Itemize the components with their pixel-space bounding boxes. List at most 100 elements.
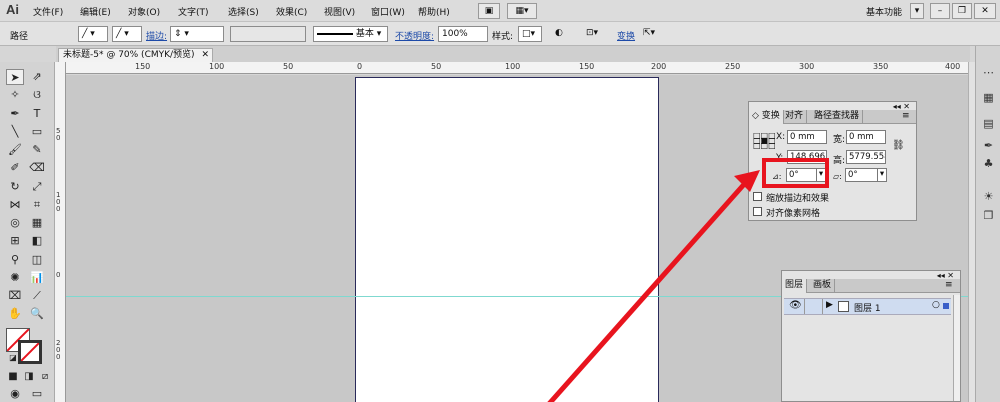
slice-tool-icon[interactable]: ⟋	[28, 288, 46, 304]
gradient-tool-icon[interactable]: ◧	[28, 233, 46, 249]
shape-builder-tool-icon[interactable]: ◎	[6, 215, 24, 231]
column-graph-tool-icon[interactable]: 📊	[28, 270, 46, 286]
menu-window[interactable]: 窗口(W)	[371, 5, 405, 18]
menu-type[interactable]: 文字(T)	[178, 5, 209, 18]
layer-name[interactable]: 图层 1	[854, 301, 881, 314]
height-label: 高:	[833, 156, 846, 166]
magic-wand-tool-icon[interactable]: ✧	[6, 87, 24, 103]
layers-scrollbar[interactable]	[953, 295, 960, 401]
menu-select[interactable]: 选择(S)	[228, 5, 259, 18]
ruler-label: 200	[56, 339, 61, 361]
screen-mode-icon[interactable]: ▭	[28, 386, 46, 402]
color-guide-panel-icon[interactable]: ▦	[980, 90, 997, 106]
fill-swatch[interactable]: ╱ ▾	[78, 26, 108, 42]
type-tool-icon[interactable]: T	[28, 106, 46, 122]
pen-tool-icon[interactable]: ✒	[6, 106, 24, 122]
panel-menu-icon[interactable]: ≡	[942, 279, 956, 293]
close-tab-icon[interactable]: ✕	[201, 50, 209, 60]
vertical-ruler[interactable]: 50 100 0 200	[55, 62, 66, 402]
panel-menu-icon[interactable]: ≡	[899, 110, 913, 124]
align-pixel-grid-checkbox[interactable]	[753, 207, 762, 216]
expand-layer-icon[interactable]: ▶	[826, 300, 833, 310]
graphic-style-select[interactable]: □▾	[518, 26, 542, 42]
x-field[interactable]: 0 mm	[787, 130, 827, 144]
symbol-sprayer-tool-icon[interactable]: ✺	[6, 270, 24, 286]
stroke-weight-field[interactable]: ⇕ ▾	[170, 26, 224, 42]
height-field[interactable]: 5779.558	[846, 150, 886, 164]
restore-button[interactable]: ❐	[952, 3, 972, 19]
blob-brush-tool-icon[interactable]: ✐	[6, 160, 24, 176]
menu-effect[interactable]: 效果(C)	[276, 5, 307, 18]
tab-align[interactable]: 对齐	[782, 110, 808, 124]
zoom-tool-icon[interactable]: 🔍	[28, 306, 46, 322]
mesh-tool-icon[interactable]: ⊞	[6, 233, 24, 249]
free-transform-tool-icon[interactable]: ⌗	[28, 197, 46, 213]
selection-tool-icon[interactable]: ➤	[6, 69, 24, 85]
graphic-styles-panel-icon[interactable]: ❐	[980, 208, 997, 224]
symbols-panel-icon[interactable]: ♣	[980, 156, 997, 172]
scale-tool-icon[interactable]: ⤢	[28, 179, 46, 195]
variable-width-profile[interactable]	[230, 26, 306, 42]
isolate-icon[interactable]: ⇱▾	[640, 26, 664, 42]
stroke-link[interactable]: 描边:	[146, 29, 167, 42]
menu-file[interactable]: 文件(F)	[33, 5, 63, 18]
menu-help[interactable]: 帮助(H)	[418, 5, 450, 18]
paintbrush-tool-icon[interactable]: 🖌	[6, 142, 24, 158]
horizontal-ruler[interactable]: 150 100 50 0 50 100 150 200 250 300 350 …	[65, 62, 970, 74]
swatches-panel-icon[interactable]: ▤	[980, 116, 997, 132]
reference-point-icon[interactable]: □□□ □■□ □□□	[753, 132, 776, 150]
shear-angle-field[interactable]: 0° ▾	[845, 168, 887, 182]
visibility-eye-icon[interactable]: 👁	[789, 300, 802, 311]
minimize-button[interactable]: –	[930, 3, 950, 19]
width-tool-icon[interactable]: ⋈	[6, 197, 24, 213]
scale-strokes-checkbox[interactable]	[753, 192, 762, 201]
recolor-icon[interactable]: ◐	[552, 26, 572, 42]
workspace-switcher[interactable]: 基本功能	[866, 5, 902, 18]
brush-definition-select[interactable]: 基本 ▾	[313, 26, 388, 42]
artboard[interactable]	[355, 77, 659, 402]
none-mode-icon[interactable]: ⧄	[36, 369, 54, 385]
constrain-proportions-icon[interactable]: ⛓	[892, 140, 905, 151]
selection-indicator[interactable]	[943, 303, 949, 309]
panel-dock-strip: ⋯ ▦ ▤ ✒ ♣ ☀ ❐	[975, 46, 1000, 402]
bridge-button[interactable]: ▣	[478, 3, 500, 19]
brushes-panel-icon[interactable]: ✒	[980, 138, 997, 154]
eyedropper-tool-icon[interactable]: ⚲	[6, 252, 24, 268]
transform-link[interactable]: 变换	[617, 29, 635, 42]
tab-transform[interactable]: ◇ 变换	[749, 110, 784, 124]
default-colors-icon[interactable]: ◪	[4, 350, 22, 366]
pencil-tool-icon[interactable]: ✎	[28, 142, 46, 158]
highlight-box	[762, 158, 829, 188]
tab-artboards[interactable]: 画板	[810, 279, 836, 293]
appearance-panel-icon[interactable]: ☀	[980, 189, 997, 205]
align-icon[interactable]: ⊡▾	[583, 26, 605, 42]
shear-dropdown-icon[interactable]: ▾	[877, 169, 886, 181]
rectangle-tool-icon[interactable]: ▭	[28, 124, 46, 140]
menu-object[interactable]: 对象(O)	[128, 5, 160, 18]
artboard-tool-icon[interactable]: ⌧	[6, 288, 24, 304]
rotate-tool-icon[interactable]: ↻	[6, 179, 24, 195]
hand-tool-icon[interactable]: ✋	[6, 306, 24, 322]
opacity-field[interactable]: 100%	[438, 26, 488, 42]
stroke-swatch[interactable]: ╱ ▾	[112, 26, 142, 42]
layer-row[interactable]: 👁 ▶ 图层 1 ○	[784, 298, 951, 315]
workspace-dropdown-icon[interactable]: ▾	[910, 3, 924, 19]
blend-tool-icon[interactable]: ◫	[28, 252, 46, 268]
tab-pathfinder[interactable]: 路径查找器	[811, 110, 864, 124]
menu-view[interactable]: 视图(V)	[324, 5, 355, 18]
target-circle-icon[interactable]: ○	[932, 300, 940, 310]
direct-selection-tool-icon[interactable]: ⇗	[28, 69, 46, 85]
menu-edit[interactable]: 编辑(E)	[80, 5, 111, 18]
document-tab[interactable]: 未标题-5* @ 70% (CMYK/预览) ✕	[58, 48, 213, 62]
line-tool-icon[interactable]: ╲	[6, 124, 24, 140]
eraser-tool-icon[interactable]: ⌫	[28, 160, 46, 176]
width-field[interactable]: 0 mm	[846, 130, 886, 144]
lasso-tool-icon[interactable]: ଓ	[28, 87, 46, 103]
arrange-documents-button[interactable]: ▦▾	[507, 3, 537, 19]
opacity-link[interactable]: 不透明度:	[395, 29, 434, 42]
color-panel-icon[interactable]: ⋯	[980, 65, 997, 81]
perspective-grid-tool-icon[interactable]: ▦	[28, 215, 46, 231]
close-button[interactable]: ✕	[974, 3, 996, 19]
tab-layers[interactable]: 图层	[782, 279, 808, 293]
drawing-mode-icon[interactable]: ◉	[6, 386, 24, 402]
